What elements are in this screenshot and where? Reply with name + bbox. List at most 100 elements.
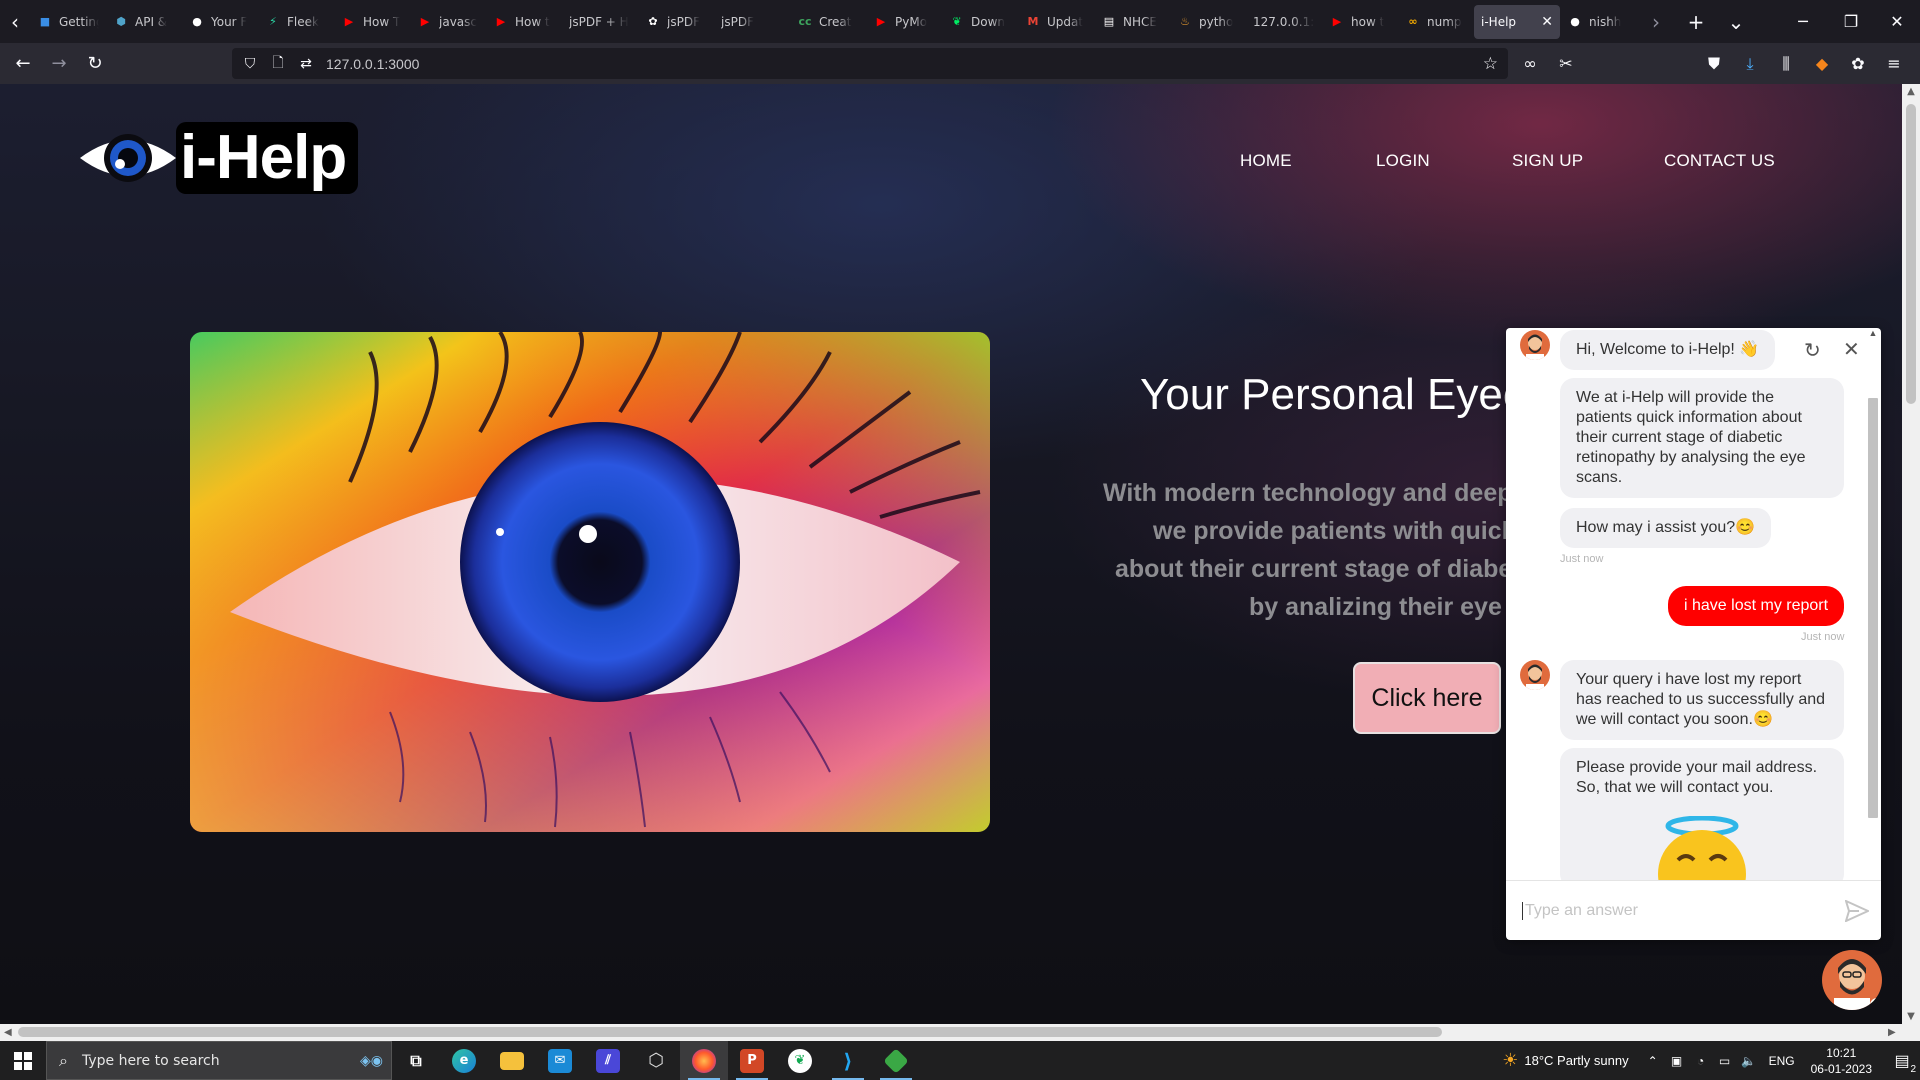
vscode-icon[interactable]: ⟩ xyxy=(824,1041,872,1080)
list-all-tabs-icon[interactable]: ⌄ xyxy=(1716,0,1756,43)
close-tab-icon[interactable]: ✕ xyxy=(1541,14,1553,30)
restore-icon[interactable]: ❐ xyxy=(1828,0,1874,43)
browser-tab[interactable]: ■ Getting xyxy=(30,5,106,39)
site-logo[interactable]: i-Help xyxy=(78,122,359,194)
unity-icon[interactable]: ⬡ xyxy=(632,1041,680,1080)
weather-text[interactable]: 18°C Partly sunny xyxy=(1524,1053,1628,1068)
horizontal-scroll-thumb[interactable] xyxy=(18,1027,1442,1037)
chatbot-launcher[interactable] xyxy=(1822,950,1882,1010)
network-icon[interactable]: ◔ xyxy=(1691,1054,1711,1068)
new-tab-icon[interactable]: + xyxy=(1676,0,1716,43)
close-chat-icon[interactable]: ✕ xyxy=(1843,337,1860,362)
browser-tab[interactable]: ▶ how t xyxy=(1322,5,1398,39)
shield-icon[interactable]: ⛉ xyxy=(242,56,258,72)
chat-messages[interactable]: Hi, Welcome to i-Help! 👋 ↻ ✕ We at i-Hel… xyxy=(1506,328,1881,880)
browser-tab[interactable]: ▶ javasc xyxy=(410,5,486,39)
browser-tab[interactable]: ∞ nump xyxy=(1398,5,1474,39)
powerautomate-icon[interactable]: ⫽ xyxy=(584,1041,632,1080)
taskbar-search-box[interactable]: ⌕ Type here to search ◈◉ xyxy=(46,1041,392,1080)
close-window-icon[interactable]: ✕ xyxy=(1874,0,1920,43)
restart-chat-icon[interactable]: ↻ xyxy=(1804,338,1821,363)
meet-now-icon[interactable]: ▣ xyxy=(1667,1054,1687,1068)
browser-tab[interactable]: cc Creat xyxy=(790,5,866,39)
permissions-icon[interactable]: ⇄ xyxy=(298,56,314,72)
scroll-down-icon[interactable]: ▼ xyxy=(1902,1011,1920,1022)
browser-tab[interactable]: i-Help ✕ xyxy=(1474,4,1560,39)
edge-icon[interactable]: e xyxy=(440,1041,488,1080)
browser-tab[interactable]: ● nishh xyxy=(1560,5,1636,39)
web-page: i-Help HOME LOGIN SIGN UP CONTACT US You… xyxy=(0,84,1902,1024)
bookmark-star-icon[interactable]: ☆ xyxy=(1483,54,1498,74)
windows-start-icon[interactable] xyxy=(0,1041,46,1080)
scroll-up-icon[interactable]: ▲ xyxy=(1867,328,1879,338)
mongodb-compass-icon[interactable]: ❦ xyxy=(776,1041,824,1080)
hero-desc-line: With modern technology and deep learning xyxy=(1103,479,1510,507)
scroll-up-icon[interactable]: ▲ xyxy=(1902,86,1920,97)
nav-login[interactable]: LOGIN xyxy=(1376,151,1456,171)
nav-signup[interactable]: SIGN UP xyxy=(1512,151,1602,171)
chat-answer-input[interactable] xyxy=(1522,901,1832,920)
firefox-icon[interactable] xyxy=(680,1041,728,1080)
browser-tab[interactable]: ▶ How t xyxy=(486,5,562,39)
tab-scroll-left-icon[interactable]: ‹ xyxy=(0,0,30,43)
browser-tab-title: Getting xyxy=(59,14,99,29)
send-icon[interactable] xyxy=(1845,900,1869,922)
browser-tab-title: i-Help xyxy=(1481,14,1517,29)
notification-center-icon[interactable]: ▤ 2 xyxy=(1884,1051,1920,1075)
back-icon[interactable]: ← xyxy=(5,48,41,80)
forward-icon[interactable]: → xyxy=(41,48,77,80)
screenshot-icon[interactable]: ✂ xyxy=(1548,54,1584,73)
chat-scroll-thumb[interactable] xyxy=(1868,398,1878,818)
page-icon[interactable]: 🗋 xyxy=(270,55,286,72)
page-horizontal-scrollbar[interactable]: ◀ ▶ xyxy=(0,1024,1920,1041)
browser-tab[interactable]: ▤ NHCE xyxy=(1094,5,1170,39)
mail-icon[interactable]: ✉ xyxy=(536,1041,584,1080)
browser-tab[interactable]: ● Your F xyxy=(182,5,258,39)
minimize-icon[interactable]: ─ xyxy=(1780,0,1826,43)
browser-tab[interactable]: ▶ How T xyxy=(334,5,410,39)
pocket-icon[interactable]: ⛊ xyxy=(1696,54,1732,74)
browser-tab[interactable]: 127.0.0.1:3 xyxy=(1246,5,1322,39)
language-indicator[interactable]: ENG xyxy=(1769,1054,1795,1068)
reload-icon[interactable]: ↻ xyxy=(77,48,113,80)
battery-icon[interactable]: ▭ xyxy=(1715,1054,1735,1068)
browser-tab[interactable]: ⬢ API & xyxy=(106,5,182,39)
file-explorer-icon[interactable] xyxy=(488,1041,536,1080)
metamask-icon[interactable]: ◆ xyxy=(1804,54,1840,73)
downloads-icon[interactable]: ⤓ xyxy=(1732,54,1768,74)
message-timestamp: Just now xyxy=(1801,631,1845,643)
extensions-icon[interactable]: ✿ xyxy=(1840,54,1876,73)
browser-tab[interactable]: jsPDF xyxy=(714,5,790,39)
browser-tab[interactable]: ▶ PyMo xyxy=(866,5,942,39)
volume-icon[interactable]: 🔈 xyxy=(1739,1054,1759,1068)
scroll-right-icon[interactable]: ▶ xyxy=(1888,1024,1896,1041)
tab-scroll-right-icon[interactable]: › xyxy=(1636,0,1676,43)
nav-home[interactable]: HOME xyxy=(1240,151,1320,171)
browser-tab[interactable]: ♨ pytho xyxy=(1170,5,1246,39)
search-icon: ⌕ xyxy=(59,1050,68,1070)
page-vertical-scrollbar[interactable]: ▲ ▼ xyxy=(1902,84,1920,1024)
address-bar[interactable]: ⛉ 🗋 ⇄ 127.0.0.1:3000 ☆ xyxy=(232,48,1508,79)
browser-tab[interactable]: M Updat xyxy=(1018,5,1094,39)
url-text[interactable]: 127.0.0.1:3000 xyxy=(326,56,419,72)
browser-tab[interactable]: ⚡ Fleek xyxy=(258,5,334,39)
infinity-extension-icon[interactable]: ∞ xyxy=(1512,54,1548,73)
browser-tab[interactable]: jsPDF + H xyxy=(562,5,638,39)
browser-tab-title: Updat xyxy=(1047,14,1084,29)
browser-tab[interactable]: ❦ Down xyxy=(942,5,1018,39)
click-here-button[interactable]: Click here xyxy=(1353,662,1501,734)
weather-icon[interactable]: ☀ xyxy=(1502,1050,1518,1071)
library-icon[interactable]: ⫼ xyxy=(1768,54,1804,74)
page-scroll-thumb[interactable] xyxy=(1906,104,1916,404)
show-hidden-icons-icon[interactable]: ⌃ xyxy=(1643,1054,1663,1068)
clock[interactable]: 10:21 06-01-2023 xyxy=(1811,1045,1872,1077)
browser-tab[interactable]: ✿ jsPDF xyxy=(638,5,714,39)
task-view-icon[interactable]: ⧉ xyxy=(392,1041,440,1080)
github-icon: ● xyxy=(1570,15,1580,28)
powerpoint-icon[interactable]: P xyxy=(728,1041,776,1080)
menu-icon[interactable]: ≡ xyxy=(1876,54,1912,73)
git-kraken-icon[interactable] xyxy=(872,1041,920,1080)
chat-scrollbar[interactable]: ▲ xyxy=(1867,328,1879,880)
nav-contact[interactable]: CONTACT US xyxy=(1664,151,1794,171)
scroll-left-icon[interactable]: ◀ xyxy=(4,1024,12,1041)
